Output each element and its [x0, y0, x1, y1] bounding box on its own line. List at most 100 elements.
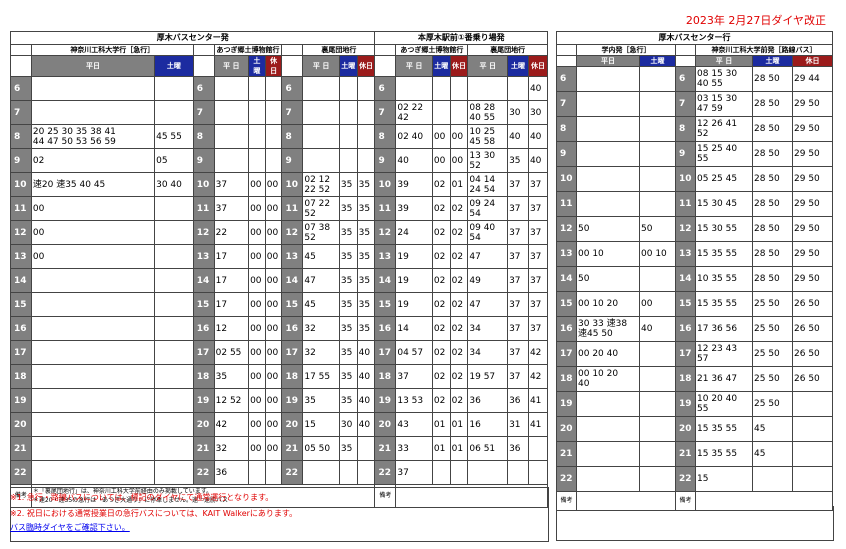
time-cell: 12 26 41 52: [695, 116, 753, 142]
day-holiday: 休日: [527, 55, 549, 77]
time-cell: 35: [356, 196, 376, 221]
hour-cell: 6: [374, 76, 397, 101]
time-cell: 04 14 24 54: [467, 172, 509, 197]
time-cell: 35: [338, 268, 358, 293]
time-cell: [154, 100, 194, 125]
time-cell: [576, 391, 640, 417]
hour-cell: 9: [192, 148, 215, 173]
time-cell: 42: [213, 412, 250, 437]
table-row: 7 7 7 7 02 22 42 08 28 40 55 30 30: [10, 100, 549, 125]
time-cell: 05 50: [302, 436, 340, 461]
time-cell: [248, 76, 266, 101]
time-cell: [431, 460, 451, 485]
time-cell: 00: [264, 364, 283, 389]
time-cell: 19: [395, 292, 433, 317]
hour-cell: 21: [10, 436, 32, 461]
time-cell: 02: [449, 244, 469, 269]
day-weekday: 平 日: [695, 55, 753, 67]
time-cell: 00: [264, 412, 283, 437]
hour-cell: 10: [556, 166, 577, 192]
time-cell: [264, 460, 283, 485]
table-row: 20 20 15 35 55 45: [556, 416, 834, 442]
time-cell: [576, 116, 640, 142]
time-cell: 04 57: [395, 340, 433, 365]
time-cell: 41: [527, 388, 549, 413]
time-cell: 50: [576, 266, 640, 292]
time-cell: 00: [449, 124, 469, 149]
hour-cell: 15: [374, 292, 397, 317]
hour-cell: 17: [556, 341, 577, 367]
time-cell: 26 50: [791, 366, 834, 392]
time-cell: 01: [431, 412, 451, 437]
time-cell: 50: [639, 216, 676, 242]
time-cell: 02: [431, 388, 451, 413]
time-cell: 00: [264, 388, 283, 413]
time-cell: [639, 366, 676, 392]
hour-cell: 21: [192, 436, 215, 461]
time-cell: 00: [639, 291, 676, 317]
from-bus-center-title: 厚木バスセンター発: [9, 31, 376, 45]
time-cell: 37: [527, 220, 549, 245]
hour-cell: 8: [374, 124, 397, 149]
time-cell: 03 15 30 47 59: [695, 91, 753, 117]
time-cell: [639, 191, 676, 217]
time-cell: 15: [695, 466, 753, 492]
right-bottom-box: [556, 506, 834, 541]
time-cell: 37: [527, 292, 549, 317]
time-cell: 02: [431, 244, 451, 269]
hour-cell: 12: [10, 220, 32, 245]
time-cell: 39: [395, 172, 433, 197]
time-cell: [154, 388, 194, 413]
time-cell: [576, 66, 640, 92]
hour-cell: 7: [10, 100, 32, 125]
time-cell: 15: [302, 412, 340, 437]
time-cell: 35: [338, 340, 358, 365]
dest-kait-route: 神奈川工科大学前発［路線バス］: [694, 44, 834, 56]
time-cell: 37: [507, 172, 529, 197]
time-cell: 37: [507, 292, 529, 317]
time-cell: 37: [507, 340, 529, 365]
hour-cell: 8: [281, 124, 304, 149]
hour-cell: 16: [192, 316, 215, 341]
hour-cell: 20: [281, 412, 304, 437]
time-cell: [356, 148, 376, 173]
time-cell: 32: [302, 340, 340, 365]
time-cell: 29 50: [791, 266, 834, 292]
time-cell: 37: [507, 244, 529, 269]
time-cell: 40: [356, 364, 376, 389]
time-cell: 25 50: [752, 391, 793, 417]
time-cell: [154, 364, 194, 389]
hour-cell: 17: [281, 340, 304, 365]
right-timetable: 厚木バスセンター行 学内発［急行］ 神奈川工科大学前発［路線バス］ 平日 土曜 …: [555, 31, 834, 511]
table-row: 11 11 15 30 45 28 50 29 50: [556, 191, 834, 217]
time-cell: [30, 388, 156, 413]
hour-cell: 14: [281, 268, 304, 293]
time-cell: 17: [213, 244, 250, 269]
hour-cell: 8: [556, 116, 577, 142]
time-cell: 40: [507, 124, 529, 149]
table-row: 19 19 10 20 40 55 25 50: [556, 391, 834, 417]
time-cell: 28 50: [752, 266, 793, 292]
time-cell: 00: [248, 268, 266, 293]
time-cell: 17: [213, 268, 250, 293]
hour-cell: 17: [374, 340, 397, 365]
time-cell: 28 50: [752, 141, 793, 167]
time-cell: 35: [356, 220, 376, 245]
time-cell: 02: [431, 172, 451, 197]
time-cell: [449, 460, 469, 485]
hour-cell: 18: [10, 364, 32, 389]
time-cell: 05 25 45: [695, 166, 753, 192]
hour-cell: 7: [556, 91, 577, 117]
time-cell: 15 35 55: [695, 441, 753, 467]
hour-cell: 17: [10, 340, 32, 365]
time-cell: 12 23 43 57: [695, 341, 753, 367]
left-timetable: 厚木バスセンター発 本厚木駅前①番乗り場発 神奈川工科大学行［急行］ あつぎ郷土…: [9, 31, 549, 508]
time-cell: 26 50: [791, 341, 834, 367]
time-cell: 02: [431, 196, 451, 221]
time-cell: 02: [449, 316, 469, 341]
temp-schedule-link[interactable]: バス臨時ダイヤをご確認下さい。: [10, 522, 130, 533]
hour-cell: 12: [556, 216, 577, 242]
time-cell: 07 22 52: [302, 196, 340, 221]
hour-cell: 21: [374, 436, 397, 461]
time-cell: [791, 441, 834, 467]
